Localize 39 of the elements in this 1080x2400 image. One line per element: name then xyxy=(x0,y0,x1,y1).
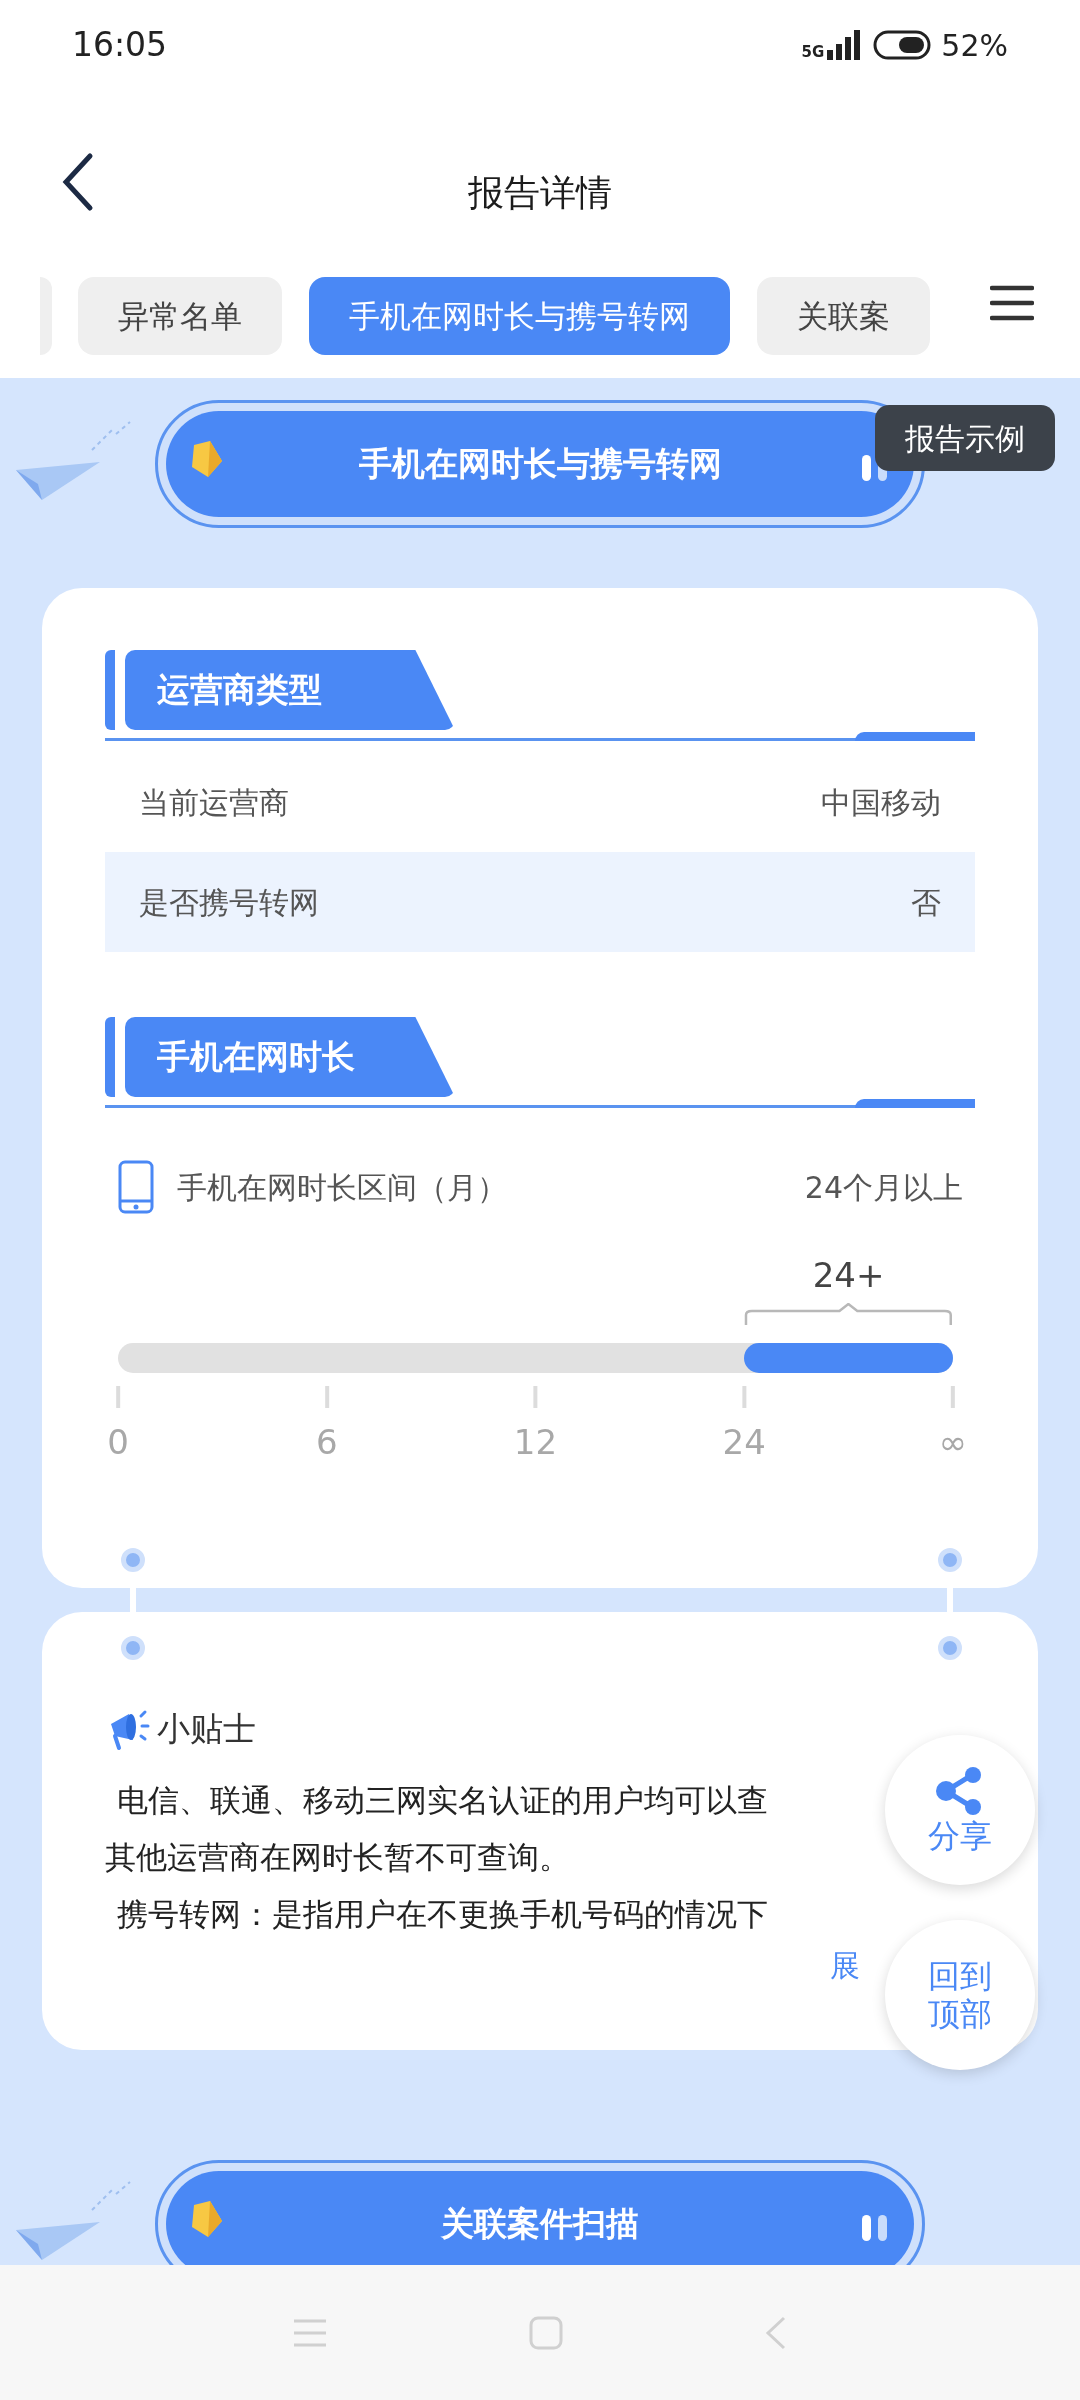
tip-line: 携号转网：是指用户在不更换手机号码的情况下 xyxy=(116,1895,768,1934)
row-label: 是否携号转网 xyxy=(139,883,319,922)
tick-mark xyxy=(533,1386,538,1408)
row-value: 中国移动 xyxy=(821,783,941,822)
battery-icon xyxy=(873,30,932,60)
status-time: 16:05 xyxy=(72,24,168,67)
tick-label: 12 xyxy=(513,1422,558,1462)
banner-title: 关联案件扫描 xyxy=(441,2203,639,2246)
tip-line: 其他运营商在网时长暂不可查询。 xyxy=(105,1838,570,1877)
tick-mark xyxy=(324,1386,329,1408)
page-title: 报告详情 xyxy=(468,170,612,215)
network-label: 5G xyxy=(801,45,825,60)
tenure-label: 手机在网时长区间（月） xyxy=(177,1168,507,1207)
banner-title: 手机在网时长与携号转网 xyxy=(358,443,722,486)
tab[interactable]: 异常名单 xyxy=(78,277,282,355)
tenure-value: 24个月以上 xyxy=(804,1168,963,1207)
range-label: 24+ xyxy=(812,1254,885,1297)
tab[interactable]: 手机在网时长与携号转网 xyxy=(309,277,730,355)
expand-link[interactable]: 展 xyxy=(830,1943,860,1988)
tick-label: 6 xyxy=(315,1422,338,1462)
section-heading: 手机在网时长 xyxy=(125,1017,455,1097)
report-example-badge[interactable]: 报告示例 xyxy=(875,405,1055,471)
tick-label: 24 xyxy=(722,1422,766,1462)
phone-icon xyxy=(117,1159,155,1215)
menu-icon[interactable] xyxy=(990,285,1034,321)
tick-label: ∞ xyxy=(938,1422,968,1462)
tips-title: 小贴士 xyxy=(157,1708,256,1751)
battery-percent: 52% xyxy=(941,26,1008,65)
tab[interactable]: 关联案 xyxy=(757,277,930,355)
row-value: 否 xyxy=(911,883,941,922)
tip-line: 电信、联通、移动三网实名认证的用户均可以查 xyxy=(116,1781,768,1820)
home-icon[interactable] xyxy=(528,2314,564,2351)
tick-mark xyxy=(951,1386,955,1408)
row-label: 当前运营商 xyxy=(139,783,289,822)
section-heading: 运营商类型 xyxy=(125,650,455,730)
tick-label: 0 xyxy=(107,1422,129,1462)
bracket-icon xyxy=(744,1303,953,1327)
tick-mark xyxy=(116,1386,120,1408)
tick-mark xyxy=(742,1386,747,1408)
